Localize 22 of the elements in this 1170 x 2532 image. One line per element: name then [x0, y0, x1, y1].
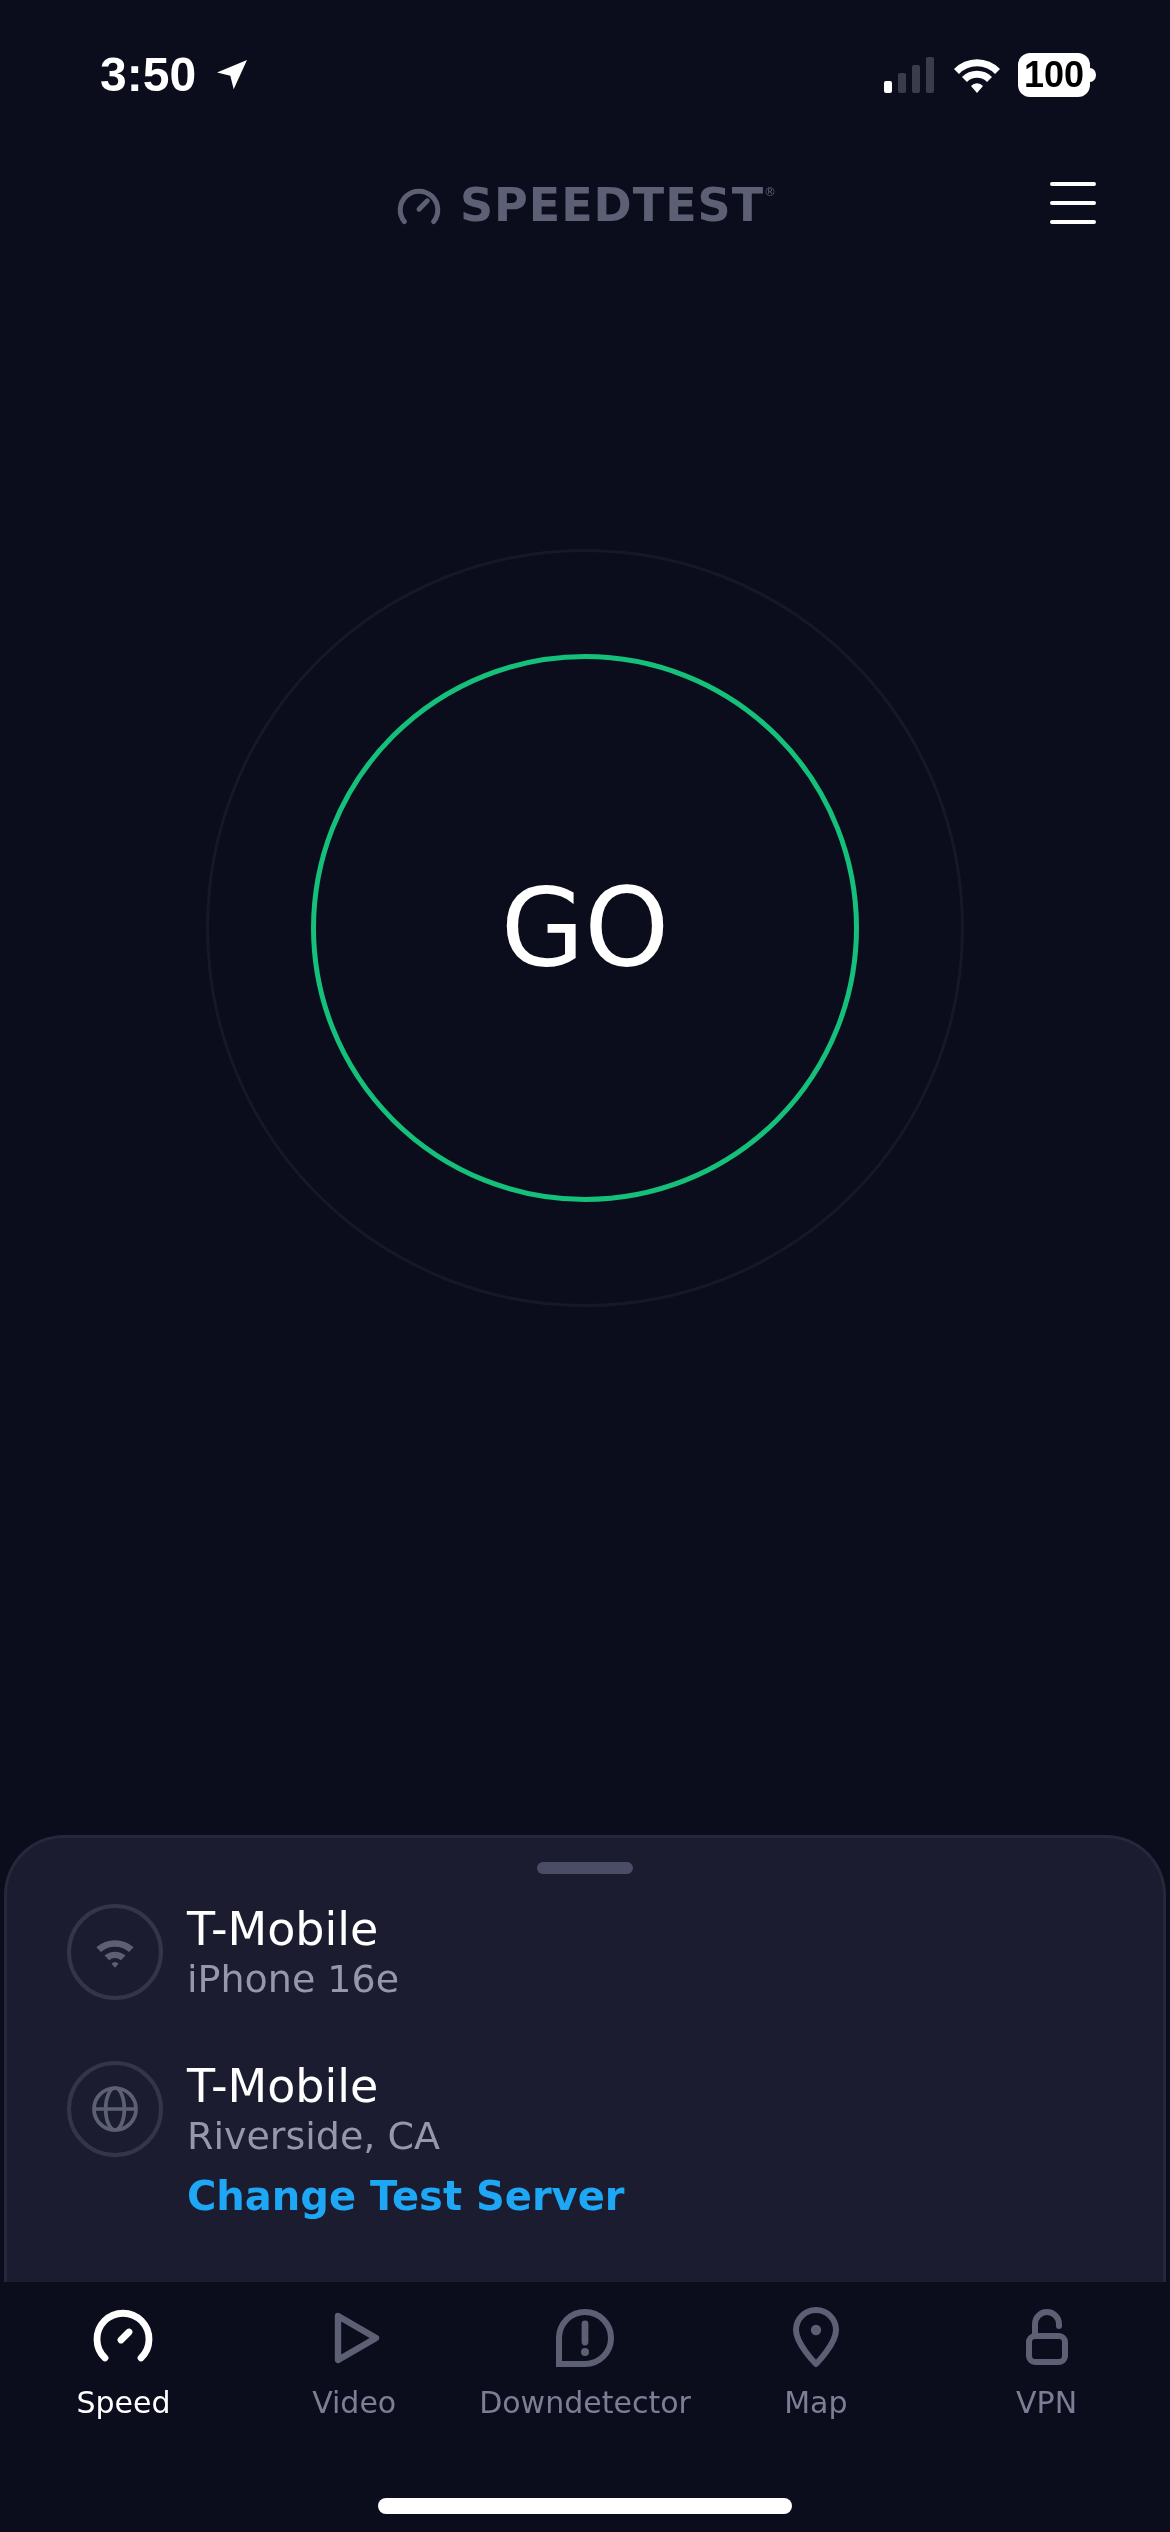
alert-bubble-icon: [553, 2306, 617, 2370]
status-time: 3:50: [100, 47, 197, 103]
tab-button[interactable]: VPN: [931, 2306, 1162, 2425]
provider-detail: iPhone 16e: [187, 1957, 400, 2003]
battery-tip-icon: [1090, 68, 1096, 82]
home-indicator[interactable]: [378, 2498, 792, 2514]
signal-icon: [883, 55, 936, 95]
drag-handle[interactable]: [537, 1862, 633, 1874]
tab-button[interactable]: Map: [700, 2306, 932, 2425]
battery-level: 100: [1017, 53, 1090, 97]
tab-button[interactable]: Downdetector: [469, 2306, 701, 2425]
menu-icon: [1050, 180, 1096, 226]
change-server-link[interactable]: Change Test Server: [187, 2165, 625, 2226]
tab-button[interactable]: Speed: [8, 2306, 239, 2425]
provider-name: T-Mobile: [187, 2058, 380, 2114]
registered-mark: ®: [764, 183, 777, 201]
menu-button[interactable]: [1050, 180, 1096, 226]
tab-button[interactable]: Video: [238, 2306, 470, 2425]
provider-name: T-Mobile: [187, 1902, 380, 1958]
provider-detail: Riverside, CA: [187, 2113, 440, 2160]
app-logo: SPEEDTEST: [459, 176, 765, 234]
go-button[interactable]: GO: [311, 653, 859, 1202]
